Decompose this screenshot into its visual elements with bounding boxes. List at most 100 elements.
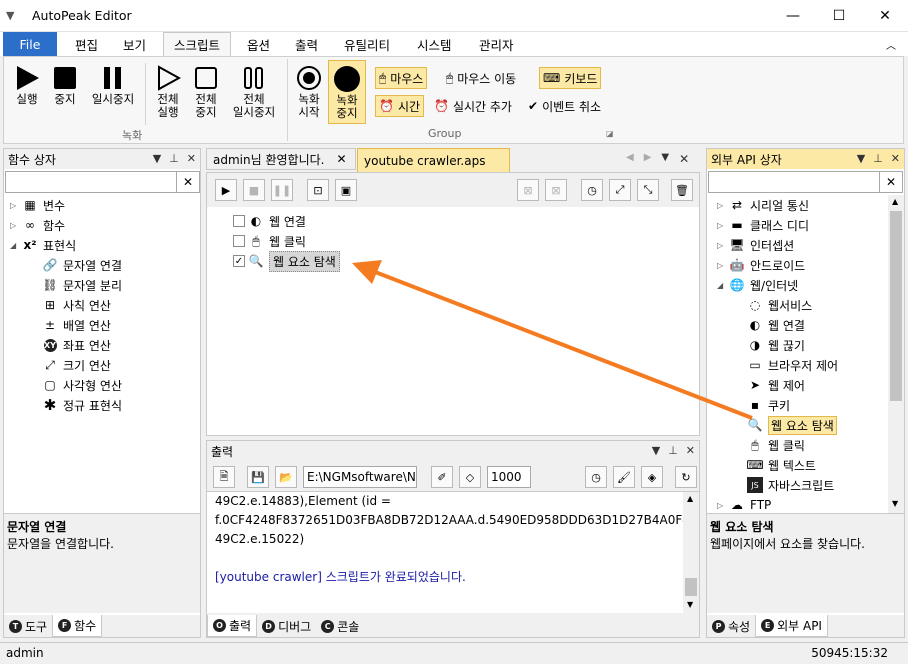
- api-scrollbar[interactable]: ▲ ▼: [888, 195, 904, 513]
- tab-utility[interactable]: 유틸리티: [334, 32, 400, 56]
- event-cancel-toggle[interactable]: ✔ 이벤트 취소: [528, 95, 601, 117]
- tree-item[interactable]: ▷ ▦ 변수: [10, 195, 198, 215]
- tab-system[interactable]: 시스템: [407, 32, 462, 56]
- tab-options[interactable]: 옵션: [237, 32, 280, 56]
- tree-item[interactable]: ➤ 웹 제어: [717, 375, 904, 395]
- trash-button[interactable]: 🗑: [671, 179, 693, 201]
- dropdown-icon[interactable]: ▼: [153, 152, 161, 165]
- save-button[interactable]: 💾: [247, 466, 269, 488]
- run-from-here-button[interactable]: ▣: [335, 179, 357, 201]
- tree-item[interactable]: ✱ 정규 표현식: [10, 395, 198, 415]
- expand-button[interactable]: ⤢: [609, 179, 631, 201]
- stop-all-button[interactable]: 전체 중지: [188, 63, 224, 119]
- tree-item[interactable]: ⤢ 크기 연산: [10, 355, 198, 375]
- delete-button[interactable]: ⊠: [517, 179, 539, 201]
- clear-search-button[interactable]: ✕: [176, 171, 200, 193]
- output-scrollbar[interactable]: ▲ ▼: [683, 492, 699, 613]
- timestamp-button[interactable]: ◷: [585, 466, 607, 488]
- clear-button[interactable]: ⊠: [545, 179, 567, 201]
- tab-output-log[interactable]: O 출력: [207, 615, 258, 637]
- close-icon[interactable]: ✕: [686, 444, 695, 457]
- dropdown-icon[interactable]: ▼: [857, 152, 865, 165]
- export-button[interactable]: 🗎: [213, 466, 235, 488]
- checkbox[interactable]: ✓: [233, 255, 245, 267]
- file-tab[interactable]: File: [3, 32, 57, 56]
- scroll-thumb[interactable]: [890, 211, 902, 401]
- function-search-input[interactable]: [5, 171, 177, 193]
- fill-button[interactable]: ◈: [641, 466, 663, 488]
- tree-item[interactable]: XY 좌표 연산: [10, 335, 198, 355]
- tab-debug[interactable]: D 디버그: [257, 615, 316, 637]
- tree-item[interactable]: ± 배열 연산: [10, 315, 198, 335]
- tree-item[interactable]: ◢ x² 표현식: [10, 235, 198, 255]
- brush-button[interactable]: 🖌: [613, 466, 635, 488]
- line-limit-input[interactable]: 1000: [487, 466, 531, 488]
- close-button[interactable]: ✕: [862, 0, 908, 32]
- api-search-input[interactable]: [708, 171, 880, 193]
- tree-item[interactable]: ⊞ 사칙 연산: [10, 295, 198, 315]
- stop-button[interactable]: ■: [243, 179, 265, 201]
- editor-tab-youtube-crawler[interactable]: youtube crawler.aps: [357, 148, 510, 172]
- pin-icon[interactable]: ⊥: [169, 152, 179, 165]
- tree-item[interactable]: ◐ 웹 연결: [717, 315, 904, 335]
- pin-icon[interactable]: ⊥: [873, 152, 883, 165]
- tree-item[interactable]: ▭ 브라우저 제어: [717, 355, 904, 375]
- chevron-left-icon[interactable]: ◀: [626, 152, 634, 166]
- history-button[interactable]: ◷: [581, 179, 603, 201]
- tree-item[interactable]: 🖱 웹 클릭: [717, 435, 904, 455]
- checkbox[interactable]: [233, 235, 245, 247]
- checkbox[interactable]: [233, 215, 245, 227]
- close-icon[interactable]: ✕: [679, 152, 689, 166]
- tab-view[interactable]: 보기: [113, 32, 156, 56]
- tab-output[interactable]: 출력: [285, 32, 328, 56]
- collapse-ribbon-icon[interactable]: ︿: [886, 37, 896, 52]
- chevron-right-icon[interactable]: ▶: [644, 152, 652, 166]
- tree-item[interactable]: ⌨ 웹 텍스트: [717, 455, 904, 475]
- minimize-button[interactable]: —: [770, 0, 816, 32]
- tree-item[interactable]: ▷ 🤖 안드로이드: [717, 255, 904, 275]
- tab-tools[interactable]: T 도구: [4, 615, 52, 637]
- tree-item[interactable]: ▪ 쿠키: [717, 395, 904, 415]
- realtime-add-toggle[interactable]: ⏰ 실시간 추가: [434, 95, 512, 117]
- scroll-up-icon[interactable]: ▲: [892, 197, 898, 206]
- script-item[interactable]: ✓ 🔍 웹 요소 탐색: [233, 250, 533, 272]
- run-all-button[interactable]: 전체 실행: [150, 63, 186, 119]
- tab-functions[interactable]: F 함수: [52, 615, 103, 637]
- maximize-button[interactable]: ☐: [816, 0, 862, 32]
- script-item[interactable]: 🖱 웹 클릭: [233, 231, 533, 251]
- scroll-down-icon[interactable]: ▼: [687, 600, 693, 609]
- mouse-move-toggle[interactable]: 🖱 마우스 이동: [446, 67, 516, 89]
- dropdown-icon[interactable]: ▼: [652, 444, 660, 457]
- close-icon[interactable]: ✕: [187, 152, 196, 165]
- script-item[interactable]: ◐ 웹 연결: [233, 211, 533, 231]
- tree-item[interactable]: ▷ ∞ 함수: [10, 215, 198, 235]
- tab-script[interactable]: 스크립트: [163, 32, 232, 56]
- tab-console[interactable]: C 콘솔: [316, 615, 364, 637]
- tree-item[interactable]: ⛓ 문자열 분리: [10, 275, 198, 295]
- play-button[interactable]: ▶: [215, 179, 237, 201]
- open-folder-button[interactable]: 📂: [275, 466, 297, 488]
- tab-admin[interactable]: 관리자: [469, 32, 524, 56]
- scroll-up-icon[interactable]: ▲: [687, 494, 693, 503]
- tree-item[interactable]: ◌ 웹서비스: [717, 295, 904, 315]
- pause-button[interactable]: ❚❚: [271, 179, 293, 201]
- clear-search-button[interactable]: ✕: [879, 171, 903, 193]
- scroll-down-icon[interactable]: ▼: [892, 499, 898, 508]
- scroll-thumb[interactable]: [685, 578, 697, 596]
- dialog-launcher-icon[interactable]: ◪: [606, 129, 614, 138]
- tree-item[interactable]: JS 자바스크립트: [717, 475, 904, 495]
- tab-external-api[interactable]: E 외부 API: [755, 615, 828, 637]
- tree-item[interactable]: ▢ 사각형 연산: [10, 375, 198, 395]
- pause-all-button[interactable]: 전체 일시중지: [226, 63, 282, 119]
- output-path-input[interactable]: E:\NGMsoftware\NG: [303, 466, 417, 488]
- tree-item[interactable]: ▷ 🖥 인터셉션: [717, 235, 904, 255]
- tree-item-selected[interactable]: 🔍 웹 요소 탐색: [717, 415, 904, 435]
- record-start-button[interactable]: 녹화 시작: [291, 63, 327, 119]
- record-stop-button[interactable]: 녹화 중지: [328, 60, 366, 124]
- collapse-button[interactable]: ⤡: [637, 179, 659, 201]
- tree-item[interactable]: 🔗 문자열 연결: [10, 255, 198, 275]
- tree-item[interactable]: ◑ 웹 끊기: [717, 335, 904, 355]
- tree-item[interactable]: ▷ ▬ 클래스 디디: [717, 215, 904, 235]
- mouse-toggle[interactable]: 🖱 마우스: [375, 67, 428, 89]
- tree-item[interactable]: ▷ ☁ FTP: [717, 495, 904, 513]
